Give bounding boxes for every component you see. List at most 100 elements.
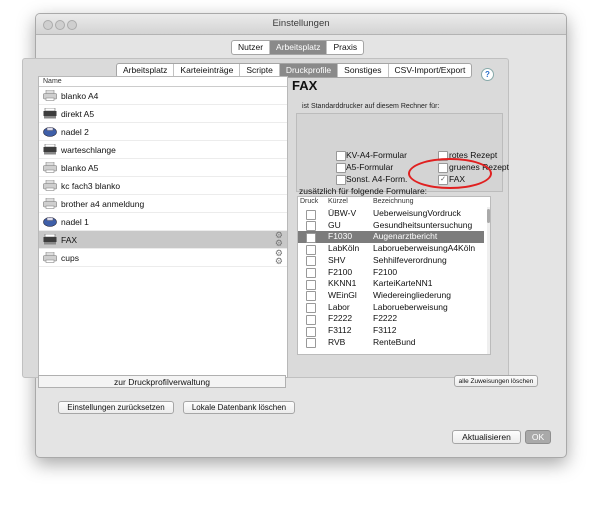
- forms-table-scroll-thumb[interactable]: [487, 209, 490, 223]
- profile-item[interactable]: direkt A5: [39, 105, 287, 123]
- form-row[interactable]: F2222 F2222: [298, 313, 484, 325]
- forms-table-scrollbar[interactable]: [487, 207, 490, 354]
- gear-icon[interactable]: ⚙ ⚙: [275, 249, 283, 266]
- form-print-checkbox[interactable]: [306, 303, 316, 314]
- form-row[interactable]: SHV Sehhilfeverordnung: [298, 255, 484, 267]
- dot-matrix-printer-icon: [43, 233, 57, 245]
- form-bezeichnung: Augenarztbericht: [373, 231, 438, 242]
- checkbox-a5-formular[interactable]: [336, 163, 346, 173]
- form-bezeichnung: F3112: [373, 325, 397, 335]
- profile-item[interactable]: nadel 1: [39, 213, 287, 231]
- form-print-checkbox[interactable]: [306, 279, 316, 290]
- form-bezeichnung: Sehhilfeverordnung: [373, 254, 447, 265]
- form-bezeichnung: F2222: [373, 313, 398, 324]
- profile-item-label: FAX: [61, 235, 78, 245]
- profile-item[interactable]: nadel 2: [39, 123, 287, 141]
- form-row[interactable]: ÜBW-V UeberweisungVordruck: [298, 208, 484, 220]
- form-bezeichnung: RenteBund: [373, 336, 416, 347]
- form-row[interactable]: Labor Laborueberweisung: [298, 302, 484, 314]
- form-row[interactable]: GU Gesundheitsuntersuchung: [298, 220, 484, 232]
- form-row[interactable]: KKNN1 KarteiKarteNN1: [298, 278, 484, 290]
- printer-icon: [43, 161, 57, 173]
- form-print-checkbox[interactable]: [306, 209, 316, 220]
- dot-matrix-printer-icon: [43, 107, 57, 119]
- profile-item-label: blanko A5: [61, 163, 99, 173]
- profile-item-label: nadel 1: [61, 217, 89, 227]
- profile-item[interactable]: blanko A4: [39, 87, 287, 105]
- additional-forms-caption: zusätzlich für folgende Formulare:: [299, 186, 428, 196]
- printer-icon: [43, 251, 57, 263]
- form-bezeichnung: KarteiKarteNN1: [373, 278, 433, 289]
- checkbox-sonst-a4-form[interactable]: [336, 175, 346, 185]
- form-kuerzel: GU: [328, 219, 341, 230]
- profile-item[interactable]: kc fach3 blanko: [39, 177, 287, 195]
- profile-title: FAX: [292, 78, 318, 93]
- column-header-druck[interactable]: Druck: [300, 197, 318, 207]
- form-bezeichnung: UeberweisungVordruck: [373, 208, 461, 218]
- profile-item[interactable]: warteschlange: [39, 141, 287, 159]
- form-kuerzel: WEinGl: [328, 289, 357, 300]
- form-print-checkbox[interactable]: [306, 291, 316, 302]
- forms-table[interactable]: Druck Kürzel Bezeichnung ÜBW-V Ueberweisu…: [297, 196, 491, 355]
- form-print-checkbox[interactable]: [306, 268, 316, 278]
- form-row[interactable]: RVB RenteBund: [298, 337, 484, 349]
- gear-icon[interactable]: ⚙ ⚙: [275, 231, 283, 248]
- form-kuerzel: F2222: [328, 313, 353, 324]
- tab-nutzer[interactable]: Nutzer: [232, 41, 271, 54]
- profile-item-label: cups: [61, 253, 79, 263]
- default-printer-caption: ist Standarddrucker auf diesem Rechner f…: [302, 103, 440, 110]
- tab-arbeitsplatz[interactable]: Arbeitsplatz: [270, 41, 328, 54]
- tab-praxis[interactable]: Praxis: [327, 41, 363, 54]
- form-print-checkbox[interactable]: [306, 232, 316, 243]
- profile-item[interactable]: brother a4 anmeldung: [39, 195, 287, 213]
- form-print-checkbox[interactable]: [306, 338, 316, 349]
- form-bezeichnung: LaborueberweisungA4Köln: [373, 243, 476, 254]
- profile-list-header[interactable]: Name: [39, 77, 287, 87]
- form-kuerzel: Labor: [328, 301, 350, 312]
- form-print-checkbox[interactable]: [306, 256, 316, 267]
- reset-settings-button[interactable]: Einstellungen zurücksetzen: [58, 401, 174, 414]
- profile-item-label: blanko A4: [61, 91, 99, 101]
- column-header-bezeichnung[interactable]: Bezeichnung: [373, 197, 413, 207]
- form-kuerzel: SHV: [328, 254, 346, 265]
- profile-item-label: direkt A5: [61, 109, 95, 119]
- profile-item[interactable]: blanko A5: [39, 159, 287, 177]
- form-print-checkbox[interactable]: [306, 221, 316, 232]
- update-button[interactable]: Aktualisieren: [452, 430, 521, 444]
- label-a5-formular: A5-Formular: [346, 162, 394, 172]
- form-bezeichnung: Laborueberweisung: [373, 301, 448, 312]
- form-row[interactable]: F3112 F3112: [298, 325, 484, 337]
- form-kuerzel: KKNN1: [328, 278, 357, 289]
- form-row[interactable]: LabKöln LaborueberweisungA4Köln: [298, 243, 484, 255]
- profile-item[interactable]: FAX ⚙ ⚙: [39, 231, 287, 249]
- form-print-checkbox[interactable]: [306, 244, 316, 255]
- column-header-kuerzel[interactable]: Kürzel: [328, 197, 348, 207]
- form-kuerzel: RVB: [328, 336, 346, 347]
- title-bar[interactable]: Einstellungen: [36, 14, 566, 35]
- checkbox-kv-a4-formular[interactable]: [336, 151, 346, 161]
- delete-local-database-button[interactable]: Lokale Datenbank löschen: [183, 401, 295, 414]
- main-tab-bar: Nutzer Arbeitsplatz Praxis: [231, 40, 365, 55]
- subtab-sonstiges[interactable]: Sonstiges: [338, 64, 389, 77]
- form-kuerzel: ÜBW-V: [328, 208, 357, 218]
- subtab-druckprofile[interactable]: Druckprofile: [279, 64, 339, 77]
- profile-list[interactable]: Name blanko A4 direkt A5 nadel 2 warteschla…: [38, 76, 288, 378]
- profile-management-button[interactable]: zur Druckprofilverwaltung: [38, 375, 286, 388]
- form-bezeichnung: Gesundheitsuntersuchung: [373, 219, 473, 230]
- profile-item-label: nadel 2: [61, 127, 89, 137]
- dot-matrix-printer-icon: [43, 143, 57, 155]
- form-print-checkbox[interactable]: [306, 314, 316, 325]
- form-row[interactable]: WEinGl Wiedereingliederung: [298, 290, 484, 302]
- profile-item[interactable]: cups ⚙ ⚙: [39, 249, 287, 267]
- network-printer-icon: [43, 216, 57, 227]
- form-row[interactable]: F2100 F2100: [298, 267, 484, 279]
- ok-button[interactable]: OK: [525, 430, 551, 444]
- form-print-checkbox[interactable]: [306, 326, 316, 337]
- help-icon[interactable]: ?: [481, 68, 494, 81]
- form-row[interactable]: F1030 Augenarztbericht: [298, 231, 484, 244]
- label-kv-a4-formular: KV-A4-Formular: [346, 150, 407, 160]
- subtab-csv-import-export[interactable]: CSV-Import/Export: [389, 64, 472, 77]
- clear-assignments-button[interactable]: alle Zuweisungen löschen: [454, 375, 538, 387]
- label-sonst-a4-form: Sonst. A4-Form.: [346, 174, 408, 184]
- printer-icon: [43, 89, 57, 101]
